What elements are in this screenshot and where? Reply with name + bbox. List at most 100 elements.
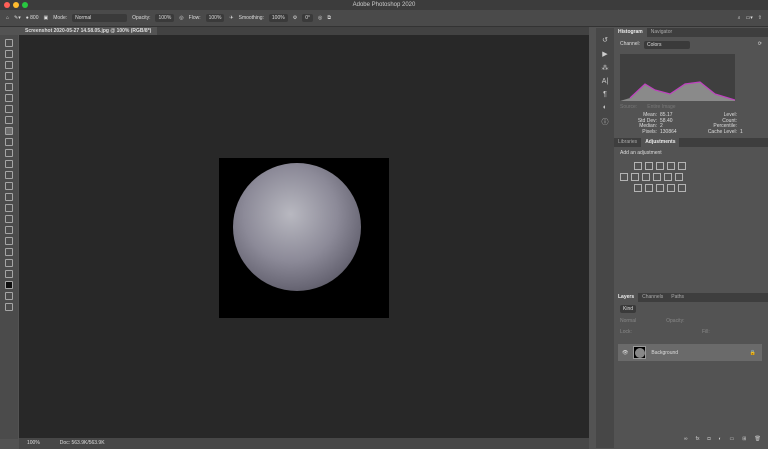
mask-icon[interactable]: ◘ — [707, 436, 710, 442]
refresh-icon[interactable]: ⟳ — [758, 41, 762, 49]
trash-icon[interactable]: 🗑 — [754, 436, 760, 442]
workspace-icon[interactable]: ▭▾ — [746, 15, 753, 21]
brush-tool-icon[interactable]: ✎▾ — [14, 15, 21, 21]
hue-saturation-icon[interactable] — [620, 173, 628, 181]
close-button[interactable] — [4, 2, 10, 8]
black-white-icon[interactable] — [642, 173, 650, 181]
group-icon[interactable]: ▭ — [730, 436, 735, 442]
pressure-opacity-icon[interactable]: ◎ — [179, 15, 183, 21]
foreground-color-swatch[interactable] — [5, 281, 13, 289]
vibrance-icon[interactable] — [678, 162, 686, 170]
posterize-icon[interactable] — [645, 184, 653, 192]
zoom-button[interactable] — [22, 2, 28, 8]
clone-stamp-tool-icon[interactable] — [5, 138, 13, 146]
home-icon[interactable]: ⌂ — [6, 15, 9, 21]
gradient-tool-icon[interactable] — [5, 171, 13, 179]
tab-adjustments[interactable]: Adjustments — [641, 138, 680, 147]
channel-select[interactable]: Colors — [644, 41, 691, 49]
symmetry-icon[interactable]: ⧉ — [327, 15, 331, 21]
search-icon[interactable]: ⌕ — [738, 15, 741, 21]
layer-name[interactable]: Background — [651, 350, 678, 356]
styles-icon[interactable]: ◐ — [603, 104, 607, 111]
opacity-field[interactable]: 100% — [155, 14, 175, 22]
fx-icon[interactable]: fx — [696, 436, 700, 442]
eye-icon[interactable]: 👁 — [622, 350, 628, 356]
healing-tool-icon[interactable] — [5, 116, 13, 124]
paragraph-icon[interactable]: ¶ — [603, 91, 607, 98]
screen-mode-icon[interactable] — [5, 303, 13, 311]
path-selection-tool-icon[interactable] — [5, 226, 13, 234]
doc-size[interactable]: Doc: 563.9K/563.9K — [60, 438, 105, 449]
photo-filter-icon[interactable] — [653, 173, 661, 181]
selective-color-icon[interactable] — [678, 184, 686, 192]
color-lookup-icon[interactable] — [675, 173, 683, 181]
stat-label: Pixels: — [642, 128, 657, 135]
smoothing-field[interactable]: 100% — [268, 14, 288, 22]
mode-select[interactable]: Normal — [72, 14, 128, 22]
quick-mask-icon[interactable] — [5, 292, 13, 300]
exposure-icon[interactable] — [667, 162, 675, 170]
gear-icon[interactable]: ⚙ — [293, 15, 297, 21]
adjustment-layer-icon[interactable]: ◐ — [719, 436, 722, 442]
window-title: Adobe Photoshop 2020 — [352, 2, 416, 8]
info-icon[interactable]: ⓘ — [602, 117, 609, 127]
shape-tool-icon[interactable] — [5, 237, 13, 245]
type-tool-icon[interactable] — [5, 215, 13, 223]
brush-tool-icon[interactable] — [5, 127, 13, 135]
pen-tool-icon[interactable] — [5, 204, 13, 212]
eraser-tool-icon[interactable] — [5, 160, 13, 168]
brush-settings-icon[interactable]: ▣ — [44, 15, 49, 21]
new-layer-icon[interactable]: ⊞ — [742, 436, 746, 442]
airbrush-icon[interactable]: ✈ — [229, 15, 233, 21]
channel-mixer-icon[interactable] — [664, 173, 672, 181]
channel-row: Channel: Colors ⟳ — [614, 37, 768, 53]
pressure-size-icon[interactable]: ◎ — [318, 15, 322, 21]
threshold-icon[interactable] — [656, 184, 664, 192]
swatches-icon[interactable]: ⁂ — [602, 64, 609, 72]
more-tools-icon[interactable] — [5, 270, 13, 278]
history-icon[interactable]: ↺ — [602, 36, 608, 44]
move-tool-icon[interactable] — [5, 39, 13, 47]
flow-field[interactable]: 100% — [205, 14, 225, 22]
brightness-contrast-icon[interactable] — [634, 162, 642, 170]
character-icon[interactable]: A| — [602, 78, 609, 85]
tab-histogram[interactable]: Histogram — [614, 28, 647, 37]
source-value[interactable]: Entire Image — [647, 104, 675, 110]
history-brush-tool-icon[interactable] — [5, 149, 13, 157]
zoom-tool-icon[interactable] — [5, 259, 13, 267]
flow-label: Flow: — [188, 15, 201, 21]
eyedropper-tool-icon[interactable] — [5, 105, 13, 113]
actions-icon[interactable]: ▶ — [602, 50, 607, 58]
marquee-tool-icon[interactable] — [5, 50, 13, 58]
share-icon[interactable]: ⇧ — [758, 15, 762, 21]
invert-icon[interactable] — [634, 184, 642, 192]
zoom-level[interactable]: 100% — [27, 438, 40, 449]
layer-thumbnail — [633, 346, 647, 359]
layer-row[interactable]: 👁 Background 🔒 — [618, 344, 762, 361]
color-balance-icon[interactable] — [631, 173, 639, 181]
dodge-tool-icon[interactable] — [5, 193, 13, 201]
hand-tool-icon[interactable] — [5, 248, 13, 256]
blur-tool-icon[interactable] — [5, 182, 13, 190]
tab-navigator[interactable]: Navigator — [647, 28, 676, 37]
magic-wand-tool-icon[interactable] — [5, 72, 13, 80]
curves-icon[interactable] — [656, 162, 664, 170]
angle-field[interactable]: 0° — [302, 14, 313, 22]
document-image[interactable] — [219, 158, 389, 318]
tab-channels[interactable]: Channels — [638, 293, 667, 302]
kind-filter[interactable]: Kind — [620, 305, 637, 313]
link-icon[interactable]: ∞ — [684, 436, 688, 442]
tab-paths[interactable]: Paths — [667, 293, 688, 302]
lasso-tool-icon[interactable] — [5, 61, 13, 69]
blend-mode-select[interactable]: Normal — [620, 318, 636, 324]
document-tab[interactable]: Screenshot 2020-05-27 14.58.05.jpg @ 100… — [19, 27, 158, 35]
minimize-button[interactable] — [13, 2, 19, 8]
canvas-area[interactable] — [19, 35, 589, 438]
tab-libraries[interactable]: Libraries — [614, 138, 641, 147]
tab-layers[interactable]: Layers — [614, 293, 639, 302]
crop-tool-icon[interactable] — [5, 83, 13, 91]
levels-icon[interactable] — [645, 162, 653, 170]
gradient-map-icon[interactable] — [667, 184, 675, 192]
brush-preset-picker[interactable]: ● 800 — [26, 15, 39, 21]
frame-tool-icon[interactable] — [5, 94, 13, 102]
